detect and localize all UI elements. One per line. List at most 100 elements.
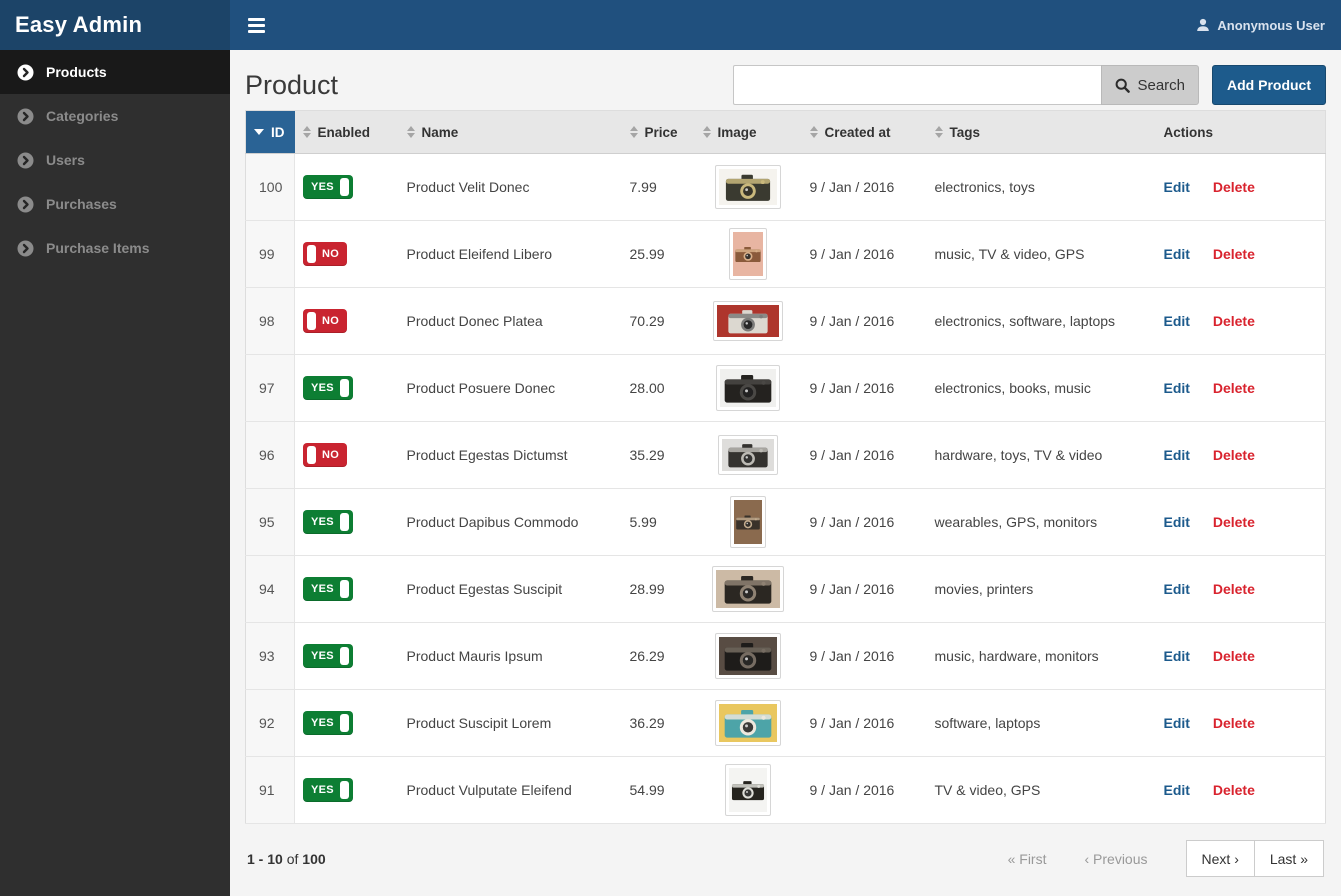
delete-link[interactable]: Delete: [1213, 380, 1255, 396]
products-table: ID Enabled Name Price Image Created at T…: [245, 110, 1326, 824]
sort-icon: [934, 126, 943, 138]
enabled-badge-label: YES: [311, 717, 334, 729]
cell-enabled: YES: [294, 488, 399, 556]
edit-link[interactable]: Edit: [1164, 782, 1190, 798]
cell-id: 100: [245, 153, 295, 221]
cell-id: 97: [245, 354, 295, 422]
previous-page-link: ‹ Previous: [1084, 850, 1148, 867]
add-product-button[interactable]: Add Product: [1212, 65, 1326, 105]
cell-actions: Edit Delete: [1155, 421, 1326, 489]
delete-link[interactable]: Delete: [1213, 715, 1255, 731]
enabled-badge-label: NO: [322, 248, 340, 260]
search-button[interactable]: Search: [1101, 65, 1199, 105]
toggle-knob: [339, 781, 349, 799]
cell-enabled: NO: [294, 220, 399, 288]
delete-link[interactable]: Delete: [1213, 648, 1255, 664]
column-header-label: Actions: [1163, 124, 1214, 140]
cell-price: 28.99: [621, 555, 695, 623]
delete-link[interactable]: Delete: [1213, 179, 1255, 195]
delete-link[interactable]: Delete: [1213, 246, 1255, 262]
last-page-button[interactable]: Last »: [1253, 840, 1324, 877]
cell-price: 70.29: [621, 287, 695, 355]
cell-enabled: YES: [294, 689, 399, 757]
cell-price: 28.00: [621, 354, 695, 422]
edit-link[interactable]: Edit: [1164, 514, 1190, 530]
user-menu[interactable]: Anonymous User: [1196, 18, 1325, 33]
cell-id: 91: [245, 756, 295, 824]
delete-link[interactable]: Delete: [1213, 782, 1255, 798]
edit-link[interactable]: Edit: [1164, 179, 1190, 195]
edit-link[interactable]: Edit: [1164, 715, 1190, 731]
enabled-badge: YES: [303, 711, 353, 735]
cell-name: Product Vulputate Eleifend: [398, 756, 622, 824]
enabled-badge: YES: [303, 376, 353, 400]
sidebar-item[interactable]: Purchases: [0, 182, 230, 226]
sidebar-item[interactable]: Users: [0, 138, 230, 182]
enabled-badge-label: YES: [311, 583, 334, 595]
toggle-knob: [339, 178, 349, 196]
enabled-badge-label: NO: [322, 315, 340, 327]
cell-name: Product Suscipit Lorem: [398, 689, 622, 757]
column-header-label: ID: [271, 124, 285, 140]
column-header[interactable]: Created at: [801, 110, 927, 154]
camera-icon: [719, 704, 777, 742]
pagination: « First ‹ Previous Next › Last »: [1008, 840, 1324, 877]
toggle-knob: [339, 379, 349, 397]
edit-link[interactable]: Edit: [1164, 447, 1190, 463]
sort-icon: [702, 126, 711, 138]
camera-icon: [719, 637, 777, 675]
sidebar-item[interactable]: Products: [0, 50, 230, 94]
column-header[interactable]: ID: [245, 110, 295, 154]
sort-icon: [302, 126, 311, 138]
search-input[interactable]: [733, 65, 1102, 105]
edit-link[interactable]: Edit: [1164, 648, 1190, 664]
cell-created-at: 9 / Jan / 2016: [801, 689, 927, 757]
sidebar-item[interactable]: Categories: [0, 94, 230, 138]
delete-link[interactable]: Delete: [1213, 514, 1255, 530]
product-image: [716, 365, 780, 411]
edit-link[interactable]: Edit: [1164, 313, 1190, 329]
delete-link[interactable]: Delete: [1213, 313, 1255, 329]
results-of: of: [286, 850, 299, 867]
toggle-knob: [339, 647, 349, 665]
cell-actions: Edit Delete: [1155, 220, 1326, 288]
column-header[interactable]: Tags: [926, 110, 1156, 154]
cell-created-at: 9 / Jan / 2016: [801, 488, 927, 556]
cell-price: 26.29: [621, 622, 695, 690]
cell-tags: electronics, software, laptops: [926, 287, 1156, 355]
cell-price: 54.99: [621, 756, 695, 824]
next-page-button[interactable]: Next ›: [1185, 840, 1255, 877]
cell-created-at: 9 / Jan / 2016: [801, 421, 927, 489]
cell-image: [694, 622, 802, 690]
column-header[interactable]: Name: [398, 110, 622, 154]
cell-enabled: YES: [294, 354, 399, 422]
delete-link[interactable]: Delete: [1213, 581, 1255, 597]
chevron-circle-icon: [17, 64, 34, 80]
sidebar-item[interactable]: Purchase Items: [0, 226, 230, 270]
results-total: 100: [302, 850, 326, 867]
top-bar-main: Anonymous User: [230, 0, 1341, 50]
product-image: [715, 165, 781, 209]
edit-link[interactable]: Edit: [1164, 581, 1190, 597]
sidebar-item-label: Categories: [46, 108, 119, 124]
edit-link[interactable]: Edit: [1164, 246, 1190, 262]
column-header[interactable]: Image: [694, 110, 802, 154]
cell-image: [694, 287, 802, 355]
cell-enabled: NO: [294, 421, 399, 489]
cell-actions: Edit Delete: [1155, 153, 1326, 221]
edit-link[interactable]: Edit: [1164, 380, 1190, 396]
column-header[interactable]: Enabled: [294, 110, 399, 154]
page-title: Product: [245, 69, 339, 100]
delete-link[interactable]: Delete: [1213, 447, 1255, 463]
cell-price: 35.29: [621, 421, 695, 489]
chevron-circle-icon: [17, 196, 34, 212]
chevron-circle-icon: [17, 108, 34, 124]
product-image: [729, 228, 767, 280]
cell-image: [694, 555, 802, 623]
table-row: 94 YES Product Egestas Suscipit 28.99 9 …: [245, 555, 1326, 623]
sidebar: Products Categories Users Purchases Purc…: [0, 50, 230, 896]
hamburger-menu-icon[interactable]: [246, 14, 267, 37]
results-count: 1 - 10 of 100: [247, 851, 326, 867]
enabled-badge: NO: [303, 242, 348, 266]
column-header[interactable]: Price: [621, 110, 695, 154]
